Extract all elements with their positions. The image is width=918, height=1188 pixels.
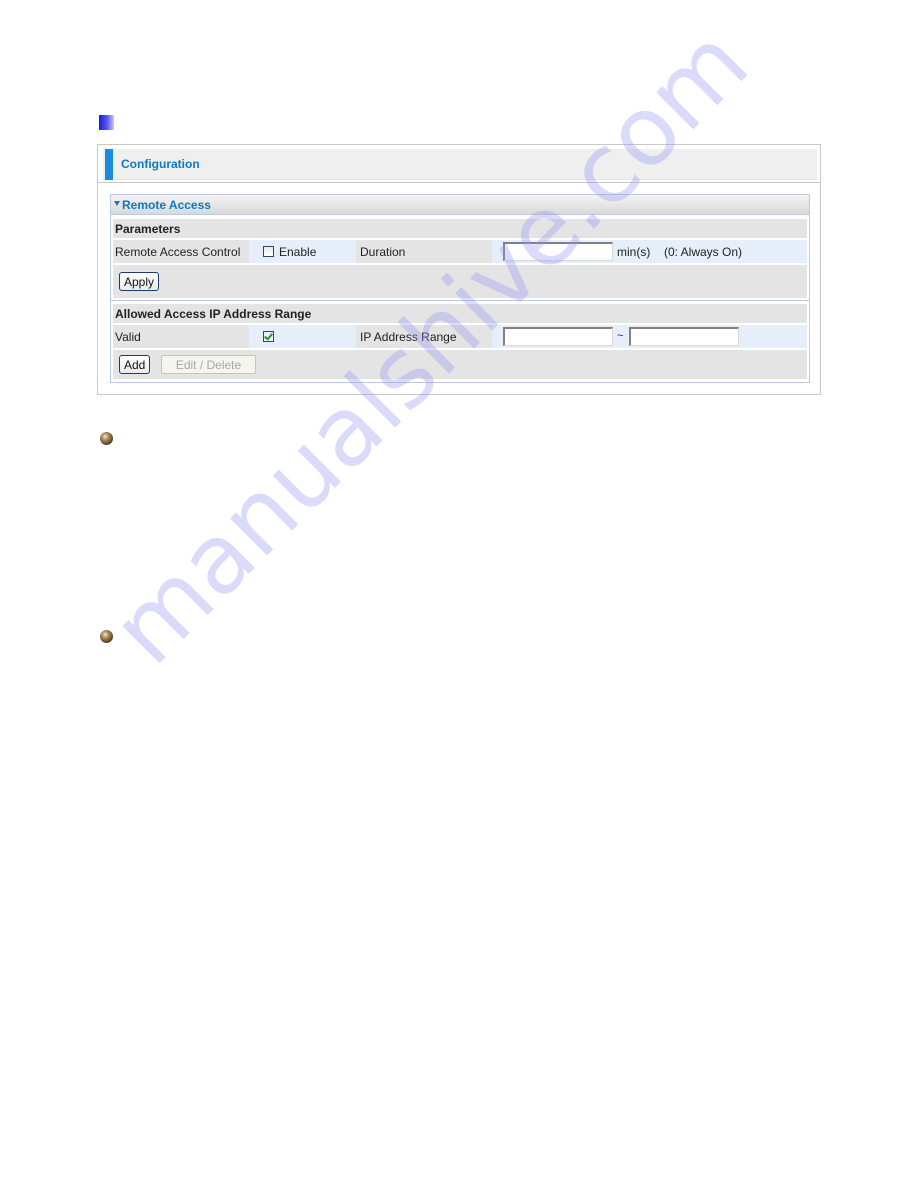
duration-input[interactable] bbox=[503, 242, 613, 261]
duration-unit: min(s) bbox=[617, 245, 651, 259]
collapse-triangle-icon[interactable] bbox=[114, 201, 120, 206]
duration-hint: (0: Always On) bbox=[664, 245, 743, 259]
configuration-header: Configuration bbox=[103, 149, 817, 180]
enable-checkbox[interactable] bbox=[263, 246, 274, 257]
section-square-icon bbox=[99, 115, 114, 130]
valid-cell bbox=[252, 325, 356, 348]
edit-delete-button[interactable]: Edit / Delete bbox=[161, 355, 256, 374]
add-button[interactable]: Add bbox=[119, 355, 151, 374]
ip-range-cell: ~ bbox=[495, 325, 807, 348]
header-accent-bar bbox=[105, 149, 113, 180]
parameters-heading: Parameters bbox=[113, 219, 807, 238]
enable-label: Enable bbox=[279, 245, 317, 259]
bullet-icon bbox=[100, 432, 113, 445]
ip-range-row: Valid IP Address Range ~ bbox=[113, 325, 807, 348]
apply-row: Apply bbox=[113, 265, 807, 298]
apply-button[interactable]: Apply bbox=[119, 272, 160, 291]
remote-access-control-row: Remote Access Control Enable Duration mi… bbox=[113, 240, 807, 263]
configuration-title: Configuration bbox=[121, 157, 200, 171]
ip-range-heading: Allowed Access IP Address Range bbox=[113, 304, 807, 323]
ip-range-label: IP Address Range bbox=[356, 325, 492, 348]
bullet-icon bbox=[100, 630, 113, 643]
panel-divider bbox=[98, 182, 820, 183]
range-separator: ~ bbox=[617, 330, 624, 342]
ip-start-input[interactable] bbox=[503, 327, 613, 346]
section-divider bbox=[111, 300, 809, 301]
remote-access-header[interactable]: Remote Access bbox=[111, 195, 809, 215]
duration-label: Duration bbox=[356, 240, 492, 263]
ip-range-button-row: Add Edit / Delete bbox=[113, 350, 807, 379]
duration-cell: min(s) (0: Always On) bbox=[495, 240, 807, 263]
ip-end-input[interactable] bbox=[629, 327, 739, 346]
valid-label: Valid bbox=[113, 325, 249, 348]
configuration-panel: Configuration Remote Access Parameters R… bbox=[97, 144, 821, 395]
remote-access-title: Remote Access bbox=[122, 198, 211, 212]
remote-access-control-label: Remote Access Control bbox=[113, 240, 249, 263]
valid-checkbox[interactable] bbox=[263, 331, 274, 342]
remote-access-box: Remote Access Parameters Remote Access C… bbox=[110, 194, 810, 383]
enable-cell: Enable bbox=[252, 240, 356, 263]
